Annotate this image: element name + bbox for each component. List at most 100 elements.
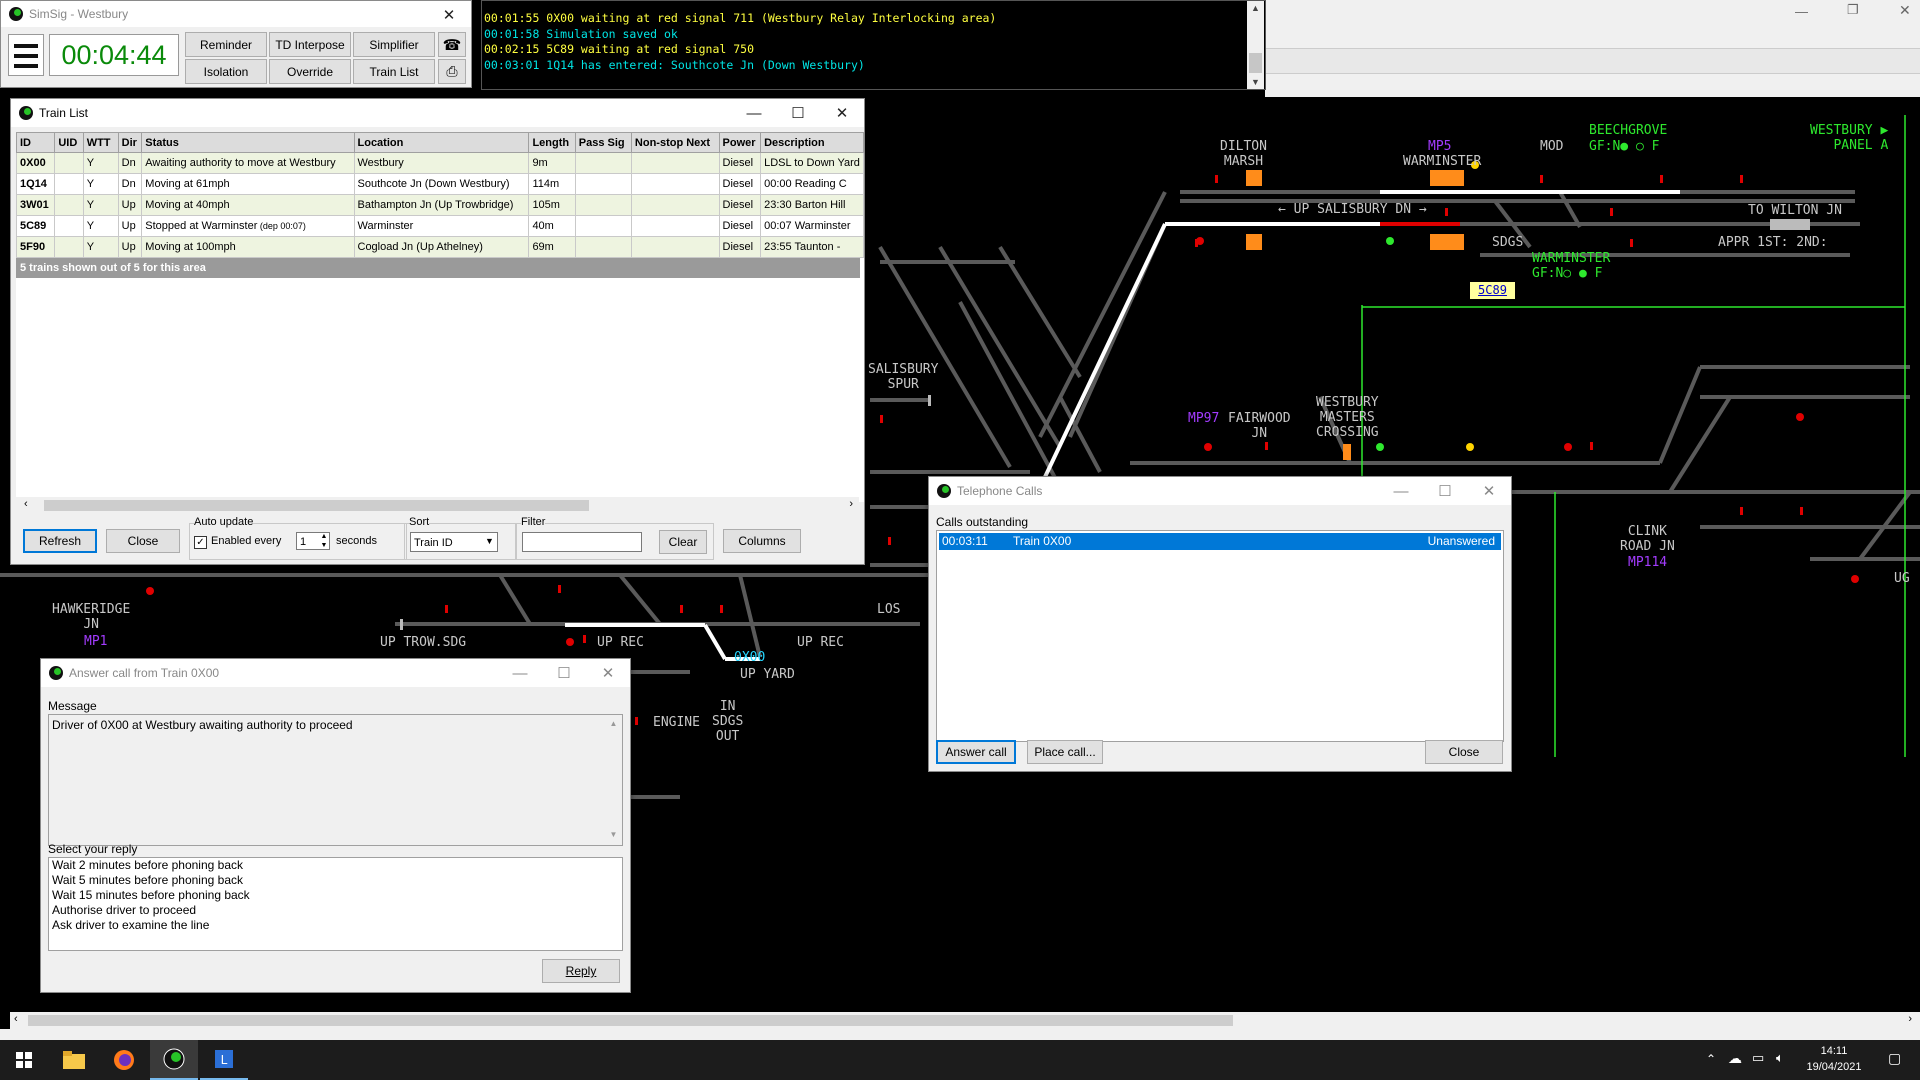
main-titlebar[interactable]: SimSig - Westbury ✕	[1, 1, 471, 27]
filter-input[interactable]	[522, 532, 642, 552]
table-row[interactable]: 1Q14 Y Dn Moving at 61mph Southcote Jn (Down…	[16, 173, 864, 195]
close-icon[interactable]: ✕	[586, 659, 630, 687]
override-button[interactable]: Override	[269, 59, 351, 84]
table-row[interactable]: 5F90 Y Up Moving at 100mph Cogload Jn (Up At…	[16, 236, 864, 258]
seconds-label: seconds	[336, 535, 377, 547]
network-icon[interactable]: ▭	[1752, 1050, 1764, 1066]
table-cell-uid	[54, 215, 84, 237]
reply-button[interactable]: Reply	[542, 959, 620, 983]
berth-0x00[interactable]: 0X00	[734, 650, 765, 665]
simsig-taskbar-icon[interactable]	[150, 1040, 198, 1080]
file-explorer-icon[interactable]	[50, 1040, 98, 1080]
auto-update-group: Auto update ✓ Enabled every 1 ▲ ▼ seconds	[189, 516, 407, 560]
close-icon[interactable]: ✕	[1899, 2, 1911, 19]
printer-icon[interactable]: ⎙	[438, 59, 466, 84]
table-row[interactable]: 0X00 Y Dn Awaiting authority to move at Wes…	[16, 152, 864, 174]
tray-clock[interactable]: 14:11 19/04/2021	[1800, 1043, 1868, 1075]
column-header[interactable]: ID	[16, 132, 56, 153]
column-header[interactable]: Power	[718, 132, 762, 153]
log-scrollbar[interactable]: ▲ ▼	[1247, 1, 1264, 89]
onedrive-icon[interactable]: ☁	[1728, 1050, 1742, 1067]
close-icon[interactable]: ✕	[427, 1, 471, 29]
close-icon[interactable]: ✕	[820, 99, 864, 127]
column-header[interactable]: Description	[760, 132, 864, 153]
reply-option[interactable]: Wait 15 minutes before phoning back	[49, 888, 622, 903]
menu-icon[interactable]	[8, 34, 44, 76]
label-dilton-marsh: DILTON MARSH	[1220, 139, 1267, 169]
chevron-down-icon[interactable]: ▼	[485, 536, 494, 546]
column-header[interactable]: UID	[54, 132, 84, 153]
firefox-icon[interactable]	[100, 1040, 148, 1080]
column-header[interactable]: Dir	[117, 132, 143, 153]
simsig-main-window[interactable]: SimSig - Westbury ✕ 00:04:44 Reminder TD…	[0, 0, 472, 88]
maximize-icon[interactable]: ☐	[776, 99, 820, 127]
columns-button[interactable]: Columns	[723, 529, 801, 553]
train-table-area[interactable]: ID UID WTT Dir Status Location Length Pass Sig N…	[16, 132, 864, 502]
windows-start-icon[interactable]	[0, 1040, 48, 1080]
calls-list[interactable]: 00:03:11 Train 0X00 Unanswered	[936, 530, 1504, 742]
call-row[interactable]: 00:03:11 Train 0X00 Unanswered	[939, 533, 1501, 550]
auto-update-checkbox[interactable]: ✓	[194, 536, 207, 549]
filter-group: Filter Clear	[516, 516, 714, 560]
clear-button[interactable]: Clear	[659, 530, 707, 554]
notifications-icon[interactable]: ▢	[1888, 1050, 1901, 1067]
table-cell-nonstop	[630, 173, 720, 195]
label-salisbury-spur: SALISBURY SPUR	[868, 362, 939, 392]
reply-option[interactable]: Ask driver to examine the line	[49, 918, 622, 933]
reply-option[interactable]: Wait 5 minutes before phoning back	[49, 873, 622, 888]
column-header[interactable]: Non-stop Next	[630, 132, 720, 153]
place-call-button[interactable]: Place call...	[1027, 740, 1103, 764]
isolation-button[interactable]: Isolation	[185, 59, 267, 84]
answer-call-button[interactable]: Answer call	[936, 740, 1016, 764]
minimize-icon[interactable]: —	[1795, 4, 1808, 19]
telephone-calls-window[interactable]: Telephone Calls — ☐ ✕ Calls outstanding …	[928, 476, 1512, 772]
volume-icon[interactable]: 🔈︎	[1776, 1050, 1784, 1066]
message-scrollbar[interactable]: ▲ ▼	[605, 715, 622, 845]
refresh-button[interactable]: Refresh	[23, 529, 97, 553]
table-cell-nonstop	[630, 236, 720, 258]
column-header[interactable]: Pass Sig	[574, 132, 632, 153]
maximize-icon[interactable]: ☐	[542, 659, 586, 687]
reply-option[interactable]: Wait 2 minutes before phoning back	[49, 858, 622, 873]
status-strip	[0, 1029, 1920, 1040]
windows-taskbar[interactable]: L ⌃ ☁ ▭ 🔈︎ 14:11 19/04/2021 ▢	[0, 1040, 1920, 1080]
label-westbury-panel[interactable]: WESTBURY ▶ PANEL A	[1810, 123, 1888, 153]
message-log[interactable]: 00:01:55 0X00 waiting at red signal 711 …	[481, 0, 1266, 90]
table-row[interactable]: 3W01 Y Up Moving at 40mph Bathampton Jn (Up …	[16, 194, 864, 216]
answer-call-titlebar[interactable]: Answer call from Train 0X00 — ☐ ✕	[41, 659, 630, 687]
interval-spinner[interactable]: ▲ ▼	[318, 532, 330, 550]
close-icon[interactable]: ✕	[1467, 477, 1511, 505]
minimize-icon[interactable]: —	[498, 659, 542, 687]
reply-list[interactable]: Wait 2 minutes before phoning back Wait 5…	[48, 857, 623, 951]
tray-chevron-icon[interactable]: ⌃	[1706, 1052, 1716, 1066]
column-header[interactable]: Status	[141, 132, 355, 153]
train-list-window[interactable]: Train List — ☐ ✕ ID UID WTT Dir Status Locati…	[10, 98, 865, 565]
minimize-icon[interactable]: —	[732, 99, 776, 127]
reply-option[interactable]: Authorise driver to proceed	[49, 903, 622, 918]
table-row[interactable]: 5C89 Y Up Stopped at Warminster (dep 00:07)…	[16, 215, 864, 237]
column-header[interactable]: WTT	[82, 132, 119, 153]
minimize-icon[interactable]: —	[1379, 477, 1423, 505]
simplifier-button[interactable]: Simplifier	[353, 32, 435, 57]
train-list-hscroll[interactable]: ‹ ›	[16, 497, 859, 514]
table-cell-id: 1Q14	[16, 173, 56, 195]
restore-icon[interactable]: ❐	[1847, 2, 1859, 18]
train-list-titlebar[interactable]: Train List — ☐ ✕	[11, 99, 864, 127]
td-interpose-button[interactable]: TD Interpose	[269, 32, 351, 57]
telephone-icon[interactable]: ☎	[438, 32, 466, 57]
answer-call-window[interactable]: Answer call from Train 0X00 — ☐ ✕ Messag…	[40, 658, 631, 993]
column-header[interactable]: Location	[353, 132, 530, 153]
reminder-button[interactable]: Reminder	[185, 32, 267, 57]
close-button[interactable]: Close	[1425, 740, 1503, 764]
table-cell-id: 5C89	[16, 215, 56, 237]
diagram-hscroll[interactable]: ‹ ›	[10, 1012, 1920, 1029]
train-table[interactable]: ID UID WTT Dir Status Location Length Pass Sig N…	[16, 132, 864, 258]
table-cell-uid	[54, 152, 84, 174]
telephone-titlebar[interactable]: Telephone Calls — ☐ ✕	[929, 477, 1511, 505]
column-header[interactable]: Length	[528, 132, 576, 153]
close-button[interactable]: Close	[106, 529, 180, 553]
maximize-icon[interactable]: ☐	[1423, 477, 1467, 505]
berth-5c89[interactable]: 5C89	[1470, 282, 1515, 299]
loader-app-icon[interactable]: L	[200, 1040, 248, 1080]
train-list-button[interactable]: Train List	[353, 59, 435, 84]
